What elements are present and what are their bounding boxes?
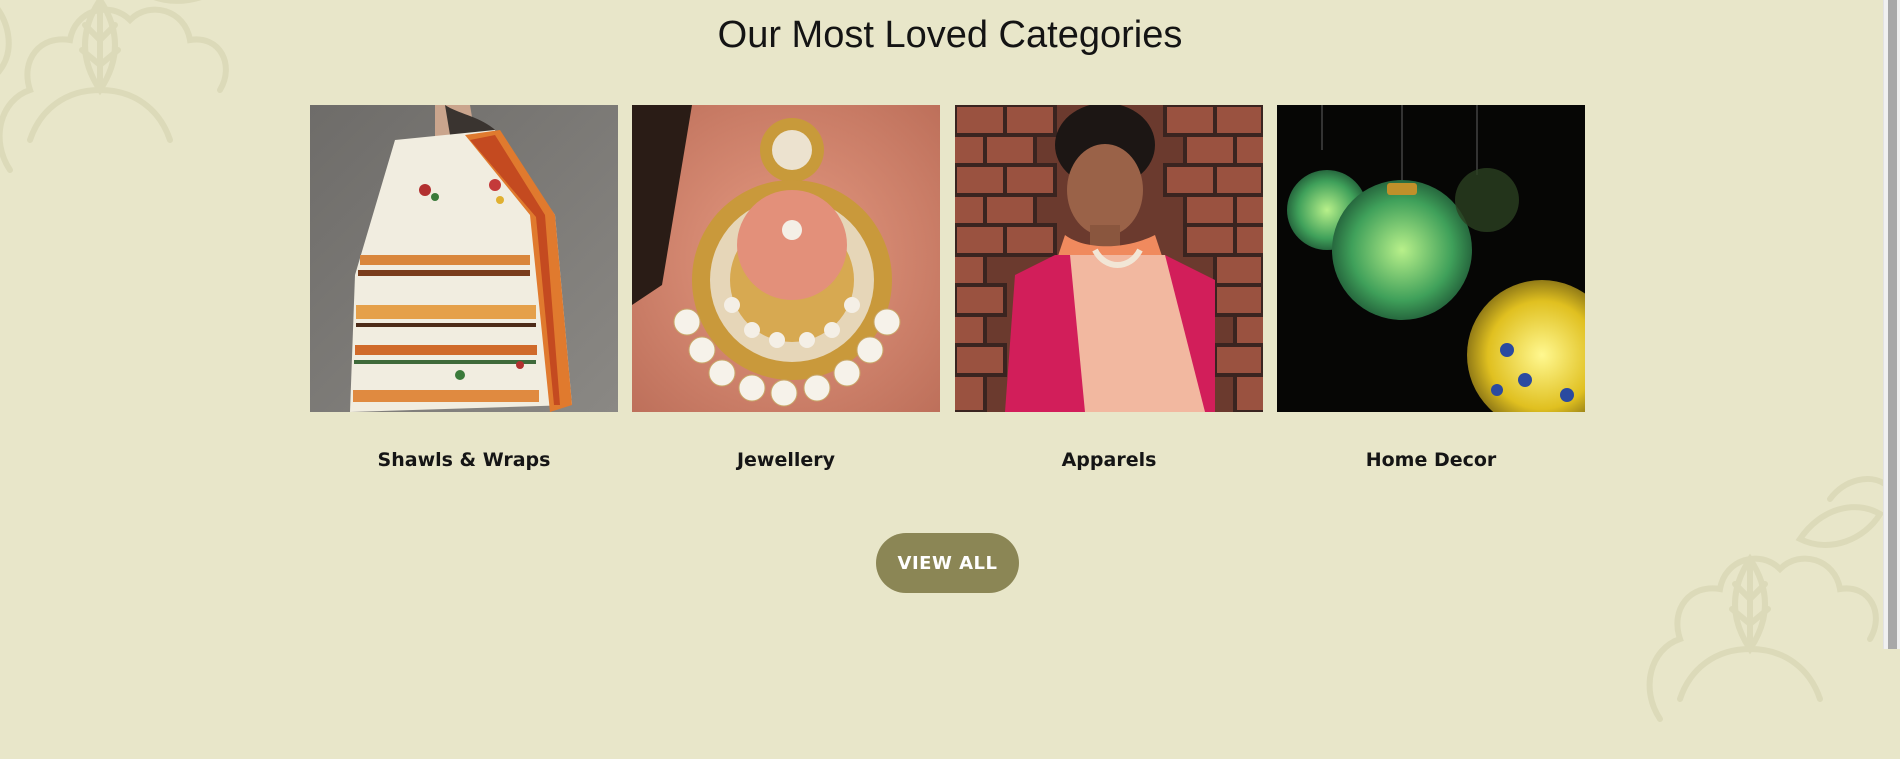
scrollbar-thumb[interactable] — [1888, 0, 1897, 649]
category-card-jewellery[interactable] — [632, 105, 940, 412]
category-card-apparels[interactable] — [955, 105, 1263, 412]
vertical-scrollbar[interactable] — [1883, 0, 1900, 649]
category-image-apparels — [955, 105, 1263, 412]
category-label-shawls-wraps[interactable]: Shawls & Wraps — [310, 449, 618, 471]
category-image-home-decor — [1277, 105, 1585, 412]
category-card-shawls-wraps[interactable] — [310, 105, 618, 412]
category-label-apparels[interactable]: Apparels — [955, 449, 1263, 471]
category-label-home-decor[interactable]: Home Decor — [1277, 449, 1585, 471]
floral-ornament-bottom-right — [1646, 476, 1888, 722]
category-card-home-decor[interactable] — [1277, 105, 1585, 412]
category-image-shawls — [310, 105, 618, 412]
category-image-jewellery — [632, 105, 940, 412]
view-all-button[interactable]: VIEW ALL — [876, 533, 1019, 593]
category-label-jewellery[interactable]: Jewellery — [632, 449, 940, 471]
section-title: Our Most Loved Categories — [717, 14, 1183, 56]
